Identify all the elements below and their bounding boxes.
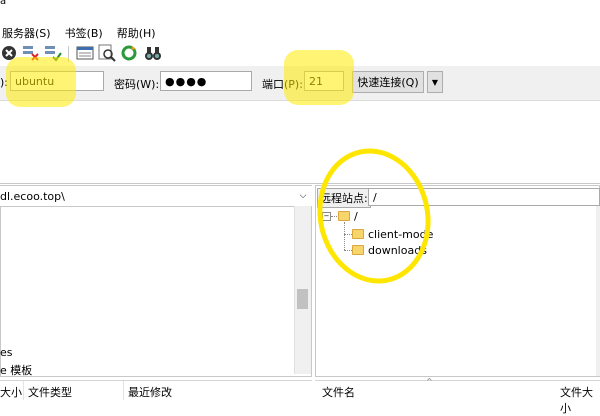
tree-connector bbox=[344, 250, 352, 251]
column-last-modified[interactable]: 最近修改 bbox=[128, 384, 172, 400]
menu-help[interactable]: 帮助(H) bbox=[117, 25, 156, 41]
tree-connector bbox=[331, 216, 337, 217]
folder-icon bbox=[352, 245, 364, 255]
password-input[interactable] bbox=[160, 71, 252, 91]
toolbar-separator bbox=[68, 46, 69, 62]
tree-connector bbox=[344, 234, 352, 235]
local-path-bar: dl.ecoo.top\ bbox=[0, 186, 312, 207]
filter-icon[interactable] bbox=[76, 44, 94, 62]
remote-site-label: 远程站点: bbox=[317, 188, 371, 208]
reconnect-icon[interactable] bbox=[44, 44, 62, 62]
port-label: 端口(P): bbox=[262, 78, 303, 91]
tree-item-root[interactable]: / bbox=[354, 210, 358, 223]
column-size[interactable]: 大小 bbox=[0, 384, 22, 400]
password-label: 密码(W): bbox=[114, 78, 160, 91]
column-filename[interactable]: 文件名 bbox=[322, 384, 355, 400]
window-title: a bbox=[0, 0, 7, 7]
chevron-down-icon[interactable]: ⌵ bbox=[296, 188, 310, 204]
disconnect-icon[interactable] bbox=[22, 44, 40, 62]
column-file-type[interactable]: 文件类型 bbox=[28, 384, 72, 400]
message-log bbox=[0, 101, 600, 184]
tree-item-downloads[interactable]: downloads bbox=[368, 244, 427, 257]
quickconnect-dropdown[interactable]: ▼ bbox=[427, 71, 443, 93]
port-input[interactable] bbox=[304, 71, 344, 91]
menu-bar: 服务器(S) 书签(B) 帮助(H) bbox=[0, 24, 600, 42]
binoculars-icon[interactable] bbox=[144, 44, 162, 62]
local-item-fragment[interactable]: es bbox=[0, 346, 13, 359]
title-bar: a bbox=[0, 0, 600, 8]
quickconnect-button[interactable]: 快速连接(Q) bbox=[352, 71, 424, 93]
tree-expander[interactable]: − bbox=[322, 212, 331, 221]
column-separator[interactable] bbox=[23, 381, 24, 400]
column-file-size[interactable]: 文件大小 bbox=[560, 384, 600, 416]
sort-ascending-icon: ^ bbox=[426, 377, 433, 386]
remote-scrollbar[interactable] bbox=[596, 206, 600, 376]
user-label: ): bbox=[0, 76, 8, 89]
tree-connector bbox=[344, 222, 345, 250]
refresh-icon[interactable] bbox=[120, 44, 138, 62]
folder-icon bbox=[352, 229, 364, 239]
local-pane bbox=[0, 185, 312, 377]
menu-bookmarks[interactable]: 书签(B) bbox=[65, 25, 103, 41]
remote-path-input[interactable] bbox=[368, 188, 600, 206]
menu-server[interactable]: 服务器(S) bbox=[2, 25, 51, 41]
local-item-fragment[interactable]: e 模板 bbox=[0, 362, 32, 378]
remote-file-header bbox=[315, 380, 600, 401]
stop-icon[interactable] bbox=[0, 44, 18, 62]
user-input[interactable] bbox=[10, 71, 104, 91]
tree-item-client-mode[interactable]: client-mode bbox=[368, 228, 433, 241]
local-scrollbar-thumb[interactable] bbox=[297, 289, 308, 309]
local-path-text[interactable]: dl.ecoo.top\ bbox=[0, 190, 65, 203]
column-separator[interactable] bbox=[123, 381, 124, 400]
folder-icon bbox=[338, 211, 350, 221]
search-icon[interactable] bbox=[98, 44, 116, 62]
